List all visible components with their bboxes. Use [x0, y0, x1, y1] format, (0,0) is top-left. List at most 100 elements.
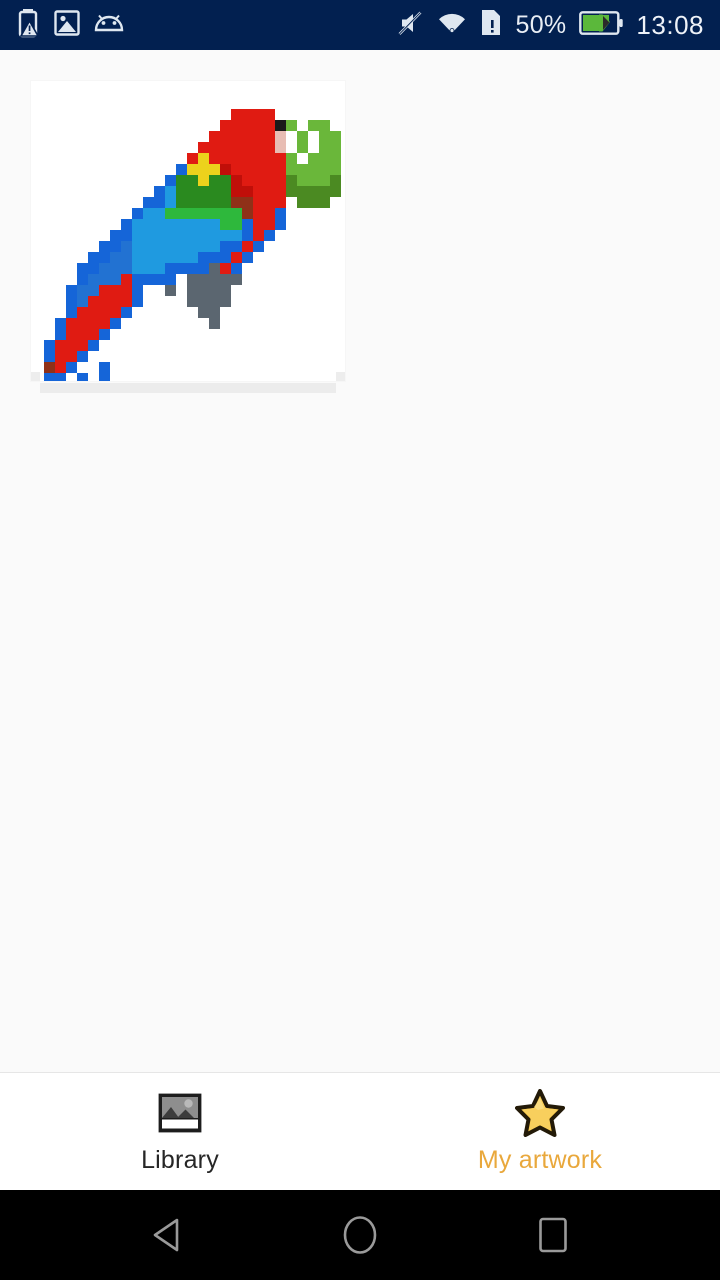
art-pixel [198, 208, 209, 219]
art-pixel [44, 340, 55, 351]
battery-percent-label: 50% [515, 10, 567, 39]
art-pixel [198, 153, 209, 164]
art-pixel [220, 296, 231, 307]
gallery-photo-icon [155, 1089, 205, 1137]
art-pixel [286, 142, 297, 153]
art-pixel [176, 230, 187, 241]
art-pixel [308, 131, 319, 142]
art-pixel [198, 142, 209, 153]
art-pixel [330, 142, 341, 153]
art-pixel [308, 120, 319, 131]
battery-charging-icon [579, 10, 624, 40]
art-pixel [220, 252, 231, 263]
status-bar-system: 50% 13:08 [396, 9, 704, 42]
art-pixel [187, 296, 198, 307]
back-triangle-icon[interactable] [122, 1190, 212, 1280]
art-pixel [132, 296, 143, 307]
tab-label-my-artwork: My artwork [477, 1145, 603, 1174]
art-pixel [242, 197, 253, 208]
art-pixel [231, 153, 242, 164]
art-pixel [242, 208, 253, 219]
art-pixel [143, 241, 154, 252]
art-pixel [297, 164, 308, 175]
art-pixel [275, 120, 286, 131]
art-pixel [165, 208, 176, 219]
art-pixel [253, 131, 264, 142]
art-pixel [264, 197, 275, 208]
art-pixel [187, 164, 198, 175]
art-pixel [253, 241, 264, 252]
art-pixel [297, 153, 308, 164]
art-pixel [209, 285, 220, 296]
art-pixel [297, 175, 308, 186]
art-pixel [44, 362, 55, 373]
art-pixel [275, 153, 286, 164]
art-pixel [132, 230, 143, 241]
art-pixel [88, 296, 99, 307]
art-pixel [220, 186, 231, 197]
art-pixel [198, 197, 209, 208]
tab-my-artwork[interactable]: My artwork [360, 1073, 720, 1190]
art-pixel [242, 175, 253, 186]
art-pixel [110, 296, 121, 307]
art-pixel [176, 164, 187, 175]
artwork-grid [0, 50, 720, 393]
tab-library[interactable]: Library [0, 1073, 360, 1190]
art-pixel [77, 307, 88, 318]
art-pixel [121, 252, 132, 263]
art-pixel [187, 263, 198, 274]
art-pixel [220, 230, 231, 241]
art-pixel [330, 175, 341, 186]
art-pixel [143, 252, 154, 263]
art-pixel [165, 252, 176, 263]
home-circle-icon[interactable] [315, 1190, 405, 1280]
art-pixel [187, 208, 198, 219]
art-pixel [242, 164, 253, 175]
art-pixel [231, 197, 242, 208]
art-pixel [55, 362, 66, 373]
art-pixel [176, 208, 187, 219]
art-pixel [242, 120, 253, 131]
art-pixel [209, 318, 220, 329]
art-pixel [231, 175, 242, 186]
art-pixel [143, 197, 154, 208]
art-pixel [209, 153, 220, 164]
macaw-pixel-art [31, 81, 345, 381]
art-pixel [187, 252, 198, 263]
art-pixel [264, 175, 275, 186]
art-pixel [198, 219, 209, 230]
art-pixel [187, 274, 198, 285]
recents-square-icon[interactable] [508, 1190, 598, 1280]
art-pixel [121, 307, 132, 318]
art-pixel [209, 252, 220, 263]
artwork-card[interactable] [31, 81, 345, 393]
art-pixel [275, 208, 286, 219]
card-corner-left [31, 372, 40, 381]
android-robot-icon [94, 13, 124, 38]
art-pixel [231, 208, 242, 219]
art-pixel [66, 285, 77, 296]
art-pixel [330, 131, 341, 142]
art-pixel [209, 307, 220, 318]
art-pixel [88, 263, 99, 274]
art-pixel [99, 329, 110, 340]
art-pixel [121, 296, 132, 307]
art-pixel [110, 307, 121, 318]
art-pixel [319, 120, 330, 131]
art-pixel [209, 241, 220, 252]
tab-label-library: Library [141, 1145, 219, 1174]
art-pixel [99, 241, 110, 252]
art-pixel [253, 197, 264, 208]
art-pixel [319, 197, 330, 208]
star-icon [515, 1088, 565, 1137]
art-pixel [286, 120, 297, 131]
artwork-thumbnail[interactable] [31, 81, 345, 381]
art-pixel [88, 340, 99, 351]
art-pixel [66, 351, 77, 362]
wifi-icon [437, 11, 467, 40]
art-pixel [154, 197, 165, 208]
art-pixel [330, 153, 341, 164]
art-pixel [176, 263, 187, 274]
art-pixel [165, 285, 176, 296]
art-pixel [209, 296, 220, 307]
